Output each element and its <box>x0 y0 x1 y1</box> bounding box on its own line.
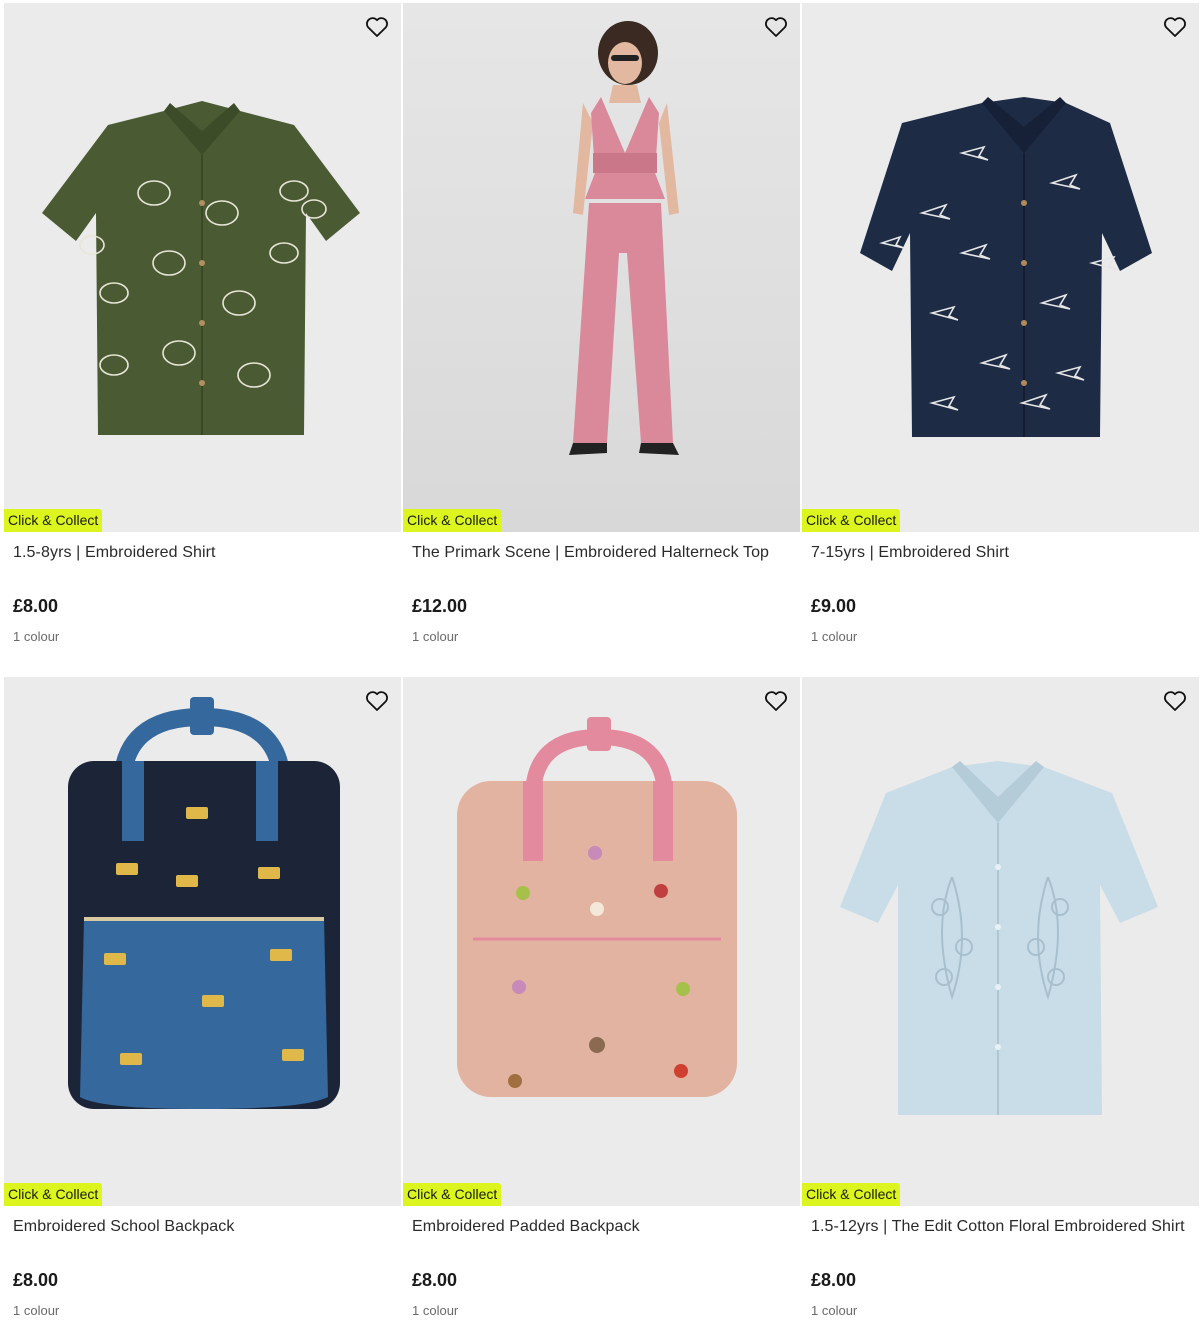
navy-school-backpack-image <box>68 697 340 1109</box>
product-card[interactable]: Click & Collect Embroidered School Backp… <box>4 677 401 1321</box>
product-card[interactable]: Click & Collect Embroidered Padded Backp… <box>403 677 800 1321</box>
product-card[interactable]: Click & Collect 1.5-12yrs | The Edit Cot… <box>802 677 1199 1321</box>
product-price: £8.00 <box>412 1270 458 1290</box>
product-title[interactable]: The Primark Scene | Embroidered Halterne… <box>412 541 791 587</box>
product-price: £9.00 <box>811 596 857 616</box>
product-title[interactable]: 1.5-8yrs | Embroidered Shirt <box>13 541 392 587</box>
product-image[interactable]: Click & Collect <box>802 3 1199 532</box>
heart-icon[interactable] <box>763 15 789 39</box>
product-image[interactable]: Click & Collect <box>403 3 800 532</box>
colour-count: 1 colour <box>412 629 459 644</box>
click-collect-badge: Click & Collect <box>802 509 901 532</box>
green-turtle-shirt-image <box>42 101 360 435</box>
product-price: £12.00 <box>412 596 468 616</box>
product-title[interactable]: Embroidered Padded Backpack <box>412 1215 791 1261</box>
pink-padded-backpack-image <box>457 717 737 1097</box>
click-collect-badge: Click & Collect <box>403 1183 502 1206</box>
click-collect-badge: Click & Collect <box>4 509 103 532</box>
heart-icon[interactable] <box>364 689 390 713</box>
product-image[interactable]: Click & Collect <box>403 677 800 1206</box>
colour-count: 1 colour <box>811 1303 858 1318</box>
product-title[interactable]: Embroidered School Backpack <box>13 1215 392 1261</box>
product-card[interactable]: Click & Collect 7-15yrs | Embroidered Sh… <box>802 3 1199 677</box>
pink-outfit-model-image <box>569 21 679 455</box>
product-grid: Click & Collect 1.5-8yrs | Embroidered S… <box>4 3 1199 1321</box>
product-image[interactable]: Click & Collect <box>4 3 401 532</box>
navy-shark-shirt-image <box>860 97 1152 437</box>
product-title[interactable]: 1.5-12yrs | The Edit Cotton Floral Embro… <box>811 1215 1190 1261</box>
product-card[interactable]: Click & Collect The Primark Scene | Embr… <box>403 3 800 677</box>
product-image[interactable]: Click & Collect <box>802 677 1199 1206</box>
click-collect-badge: Click & Collect <box>802 1183 901 1206</box>
colour-count: 1 colour <box>13 629 60 644</box>
light-blue-floral-shirt-image <box>840 761 1158 1115</box>
colour-count: 1 colour <box>412 1303 459 1318</box>
click-collect-badge: Click & Collect <box>403 509 502 532</box>
product-price: £8.00 <box>811 1270 857 1290</box>
heart-icon[interactable] <box>1162 15 1188 39</box>
product-card[interactable]: Click & Collect 1.5-8yrs | Embroidered S… <box>4 3 401 677</box>
heart-icon[interactable] <box>1162 689 1188 713</box>
colour-count: 1 colour <box>13 1303 60 1318</box>
colour-count: 1 colour <box>811 629 858 644</box>
heart-icon[interactable] <box>364 15 390 39</box>
product-price: £8.00 <box>13 1270 59 1290</box>
product-price: £8.00 <box>13 596 59 616</box>
click-collect-badge: Click & Collect <box>4 1183 103 1206</box>
product-title[interactable]: 7-15yrs | Embroidered Shirt <box>811 541 1190 587</box>
product-image[interactable]: Click & Collect <box>4 677 401 1206</box>
heart-icon[interactable] <box>763 689 789 713</box>
